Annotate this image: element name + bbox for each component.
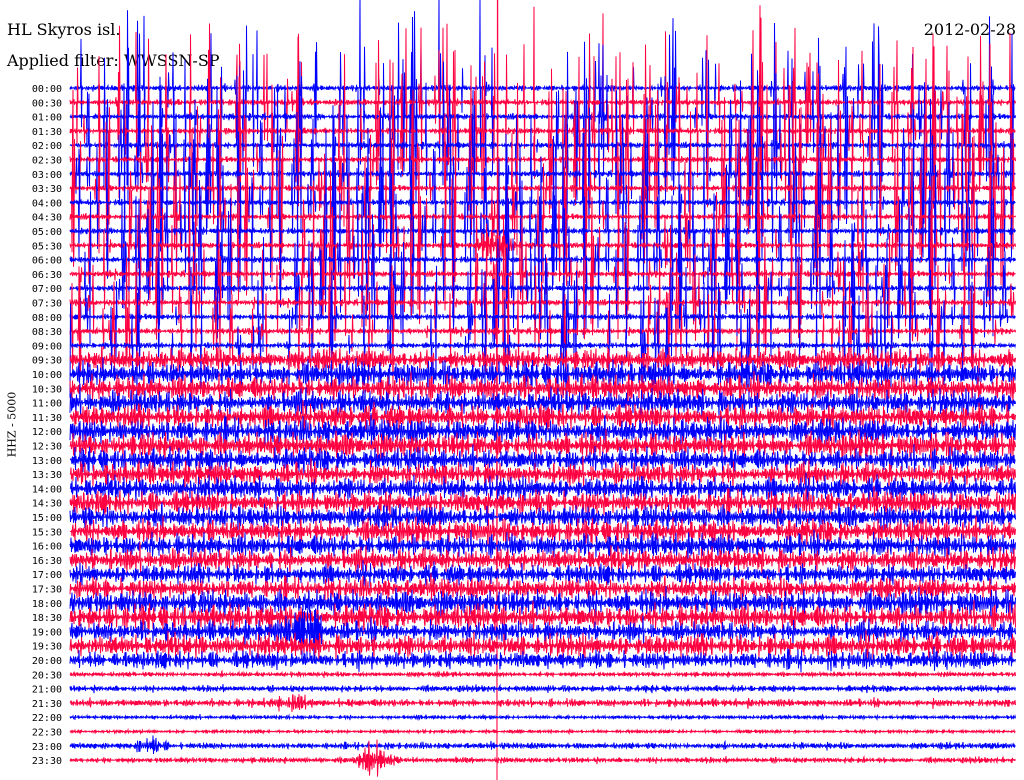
row-time-label: 14:30 bbox=[32, 499, 62, 510]
row-time-label: 07:00 bbox=[32, 284, 62, 295]
row-time-label: 23:30 bbox=[32, 756, 62, 767]
row-time-label: 00:00 bbox=[32, 84, 62, 95]
row-time-label: 20:30 bbox=[32, 670, 62, 681]
row-time-label: 02:00 bbox=[32, 141, 62, 152]
row-time-label: 13:30 bbox=[32, 470, 62, 481]
row-time-label: 00:30 bbox=[32, 98, 62, 109]
row-time-label: 12:00 bbox=[32, 427, 62, 438]
row-time-label: 02:30 bbox=[32, 156, 62, 167]
row-time-label: 14:00 bbox=[32, 484, 62, 495]
helicorder-plot: 00:00 00:30 01:00 01:30 02:00 02:30 03:00 03:30… bbox=[32, 0, 1016, 780]
row-time-label: 13:00 bbox=[32, 456, 62, 467]
row-time-label: 17:00 bbox=[32, 570, 62, 581]
row-time-label: 11:30 bbox=[32, 413, 62, 424]
trace-2200 bbox=[69, 713, 1016, 722]
row-time-label: 23:00 bbox=[32, 742, 62, 753]
row-time-label: 10:00 bbox=[32, 370, 62, 381]
row-time-label: 01:30 bbox=[32, 127, 62, 138]
row-time-label: 15:00 bbox=[32, 513, 62, 524]
row-time-label: 05:30 bbox=[32, 241, 62, 252]
row-time-label: 09:00 bbox=[32, 341, 62, 352]
trace-2100 bbox=[69, 683, 1016, 694]
row-time-label: 03:30 bbox=[32, 184, 62, 195]
row-time-label: 19:30 bbox=[32, 642, 62, 653]
trace-2230 bbox=[69, 727, 1016, 736]
row-time-label: 21:30 bbox=[32, 699, 62, 710]
row-time-label: 01:00 bbox=[32, 113, 62, 124]
row-time-label: 05:00 bbox=[32, 227, 62, 238]
trace-2300 bbox=[69, 735, 1016, 755]
row-time-label: 19:00 bbox=[32, 627, 62, 638]
row-time-label: 06:00 bbox=[32, 256, 62, 267]
row-time-label: 22:00 bbox=[32, 713, 62, 724]
row-time-label: 20:00 bbox=[32, 656, 62, 667]
row-time-label: 04:00 bbox=[32, 198, 62, 209]
trace-0000 bbox=[69, 0, 1016, 186]
row-time-label: 15:30 bbox=[32, 527, 62, 538]
row-time-label: 03:00 bbox=[32, 170, 62, 181]
row-time-label: 22:30 bbox=[32, 728, 62, 739]
row-time-label: 09:30 bbox=[32, 356, 62, 367]
row-time-label: 16:00 bbox=[32, 542, 62, 553]
trace-2130 bbox=[69, 693, 1016, 713]
row-time-label: 12:30 bbox=[32, 442, 62, 453]
row-time-label: 06:30 bbox=[32, 270, 62, 281]
row-time-label: 10:30 bbox=[32, 384, 62, 395]
row-time-label: 11:00 bbox=[32, 399, 62, 410]
row-time-label: 07:30 bbox=[32, 299, 62, 310]
row-time-label: 21:00 bbox=[32, 685, 62, 696]
row-time-label: 08:00 bbox=[32, 313, 62, 324]
row-time-label: 18:30 bbox=[32, 613, 62, 624]
row-time-label: 16:30 bbox=[32, 556, 62, 567]
row-time-label: 08:30 bbox=[32, 327, 62, 338]
row-time-label: 17:30 bbox=[32, 585, 62, 596]
row-time-label: 04:30 bbox=[32, 213, 62, 224]
trace-2030 bbox=[69, 669, 1016, 679]
row-time-label: 18:00 bbox=[32, 599, 62, 610]
